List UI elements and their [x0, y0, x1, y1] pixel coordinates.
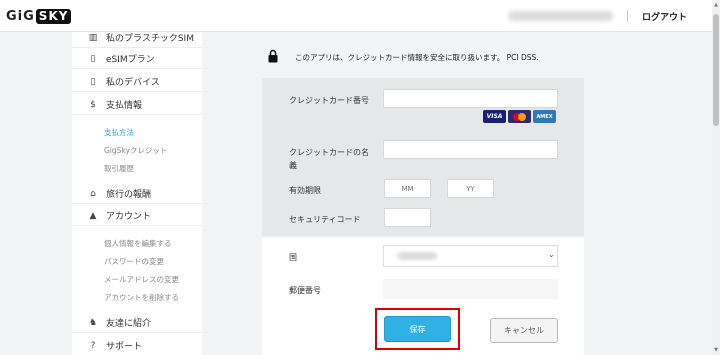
security-code-input[interactable]: [384, 208, 431, 227]
save-button[interactable]: 保存: [384, 316, 451, 342]
security-code-label: セキュリティコード: [289, 215, 361, 224]
sidebar-item-label: 私のデバイス: [106, 78, 160, 88]
card-name-label-cont: 義: [289, 161, 297, 170]
sidebar-sub-gigsky-credit[interactable]: GigSkyクレジット: [104, 145, 167, 156]
sidebar-item-label: アカウント: [106, 212, 152, 222]
sidebar-sub-change-email[interactable]: メールアドレスの変更: [104, 274, 179, 285]
scroll-up-arrow-icon[interactable]: ▲: [712, 2, 720, 8]
refer-friend-icon: ♞: [88, 317, 98, 328]
logo-text-right: SKY: [35, 8, 72, 24]
sim-card-icon: ▥: [88, 32, 98, 43]
sidebar-sub-payment-method[interactable]: 支払方法: [104, 127, 134, 138]
sidebar-sub-delete-account[interactable]: アカウントを削除する: [104, 292, 179, 303]
sidebar-item-refer-friend[interactable]: ♞ 友達に紹介: [72, 313, 202, 333]
page-scrollbar[interactable]: ▲ ▼: [712, 0, 720, 355]
country-label: 国: [289, 253, 297, 262]
sidebar-item-label: 支払情報: [106, 101, 143, 111]
sidebar-item-payment-info[interactable]: $ 支払情報: [72, 95, 202, 115]
dollar-icon: $: [90, 99, 96, 110]
chevron-down-icon: ⌄: [548, 250, 555, 259]
device-icon: ▯: [90, 76, 96, 87]
rewards-icon: ⌂: [90, 188, 96, 199]
card-name-label: クレジットカードの名: [289, 148, 369, 157]
scroll-down-arrow-icon[interactable]: ▼: [712, 347, 720, 353]
sidebar-item-account[interactable]: ▲ アカウント: [72, 206, 202, 226]
visa-logo-icon: VISA: [483, 110, 506, 123]
cancel-button[interactable]: キャンセル: [490, 318, 558, 343]
card-number-label: クレジットカード番号: [289, 96, 369, 105]
user-email-redacted: [508, 11, 613, 21]
sidebar-item-label: eSIMプラン: [106, 55, 155, 65]
help-icon: ?: [90, 340, 96, 351]
zip-label: 郵便番号: [289, 286, 321, 295]
gigsky-logo[interactable]: GiG SKY: [6, 8, 72, 24]
card-number-input[interactable]: [383, 89, 558, 108]
country-value-redacted: [397, 252, 437, 260]
expiry-year-input[interactable]: [447, 179, 494, 198]
sidebar-sub-transactions[interactable]: 取引履歴: [104, 163, 134, 174]
sidebar-item-support[interactable]: ? サポート: [72, 336, 202, 355]
sidebar-item-label: 旅行の報酬: [106, 190, 152, 200]
sidebar-sub-edit-profile[interactable]: 個人情報を編集する: [104, 238, 172, 249]
user-icon: ▲: [89, 210, 97, 221]
lock-icon: [268, 49, 278, 63]
mastercard-logo-icon: [508, 110, 531, 123]
card-name-input[interactable]: [383, 140, 558, 159]
expiry-label: 有効期限: [289, 186, 321, 195]
zip-input[interactable]: [383, 279, 558, 299]
secure-notice-text: このアプリは、クレジットカード情報を安全に取り扱います。 PCI DSS.: [295, 53, 539, 62]
sidebar-sub-change-password[interactable]: パスワードの変更: [104, 256, 164, 267]
header-divider: [627, 10, 628, 22]
logo-text-left: GiG: [6, 8, 35, 24]
sidebar-item-plastic-sim[interactable]: ▥ 私のプラスチックSIM: [72, 28, 202, 48]
phone-icon: ▯: [90, 53, 96, 64]
sidebar-item-esim-plan[interactable]: ▯ eSIMプラン: [72, 49, 202, 69]
sidebar-item-my-devices[interactable]: ▯ 私のデバイス: [72, 72, 202, 92]
scroll-thumb[interactable]: [713, 14, 719, 126]
accepted-cards: VISA AMEX: [483, 110, 556, 123]
logout-button[interactable]: ログアウト: [642, 10, 687, 23]
sidebar-item-label: 友達に紹介: [106, 319, 152, 329]
sidebar-item-label: 私のプラスチックSIM: [106, 34, 194, 44]
sidebar-item-label: サポート: [106, 342, 143, 352]
sidebar: ▥ 私のプラスチックSIM ▯ eSIMプラン ▯ 私のデバイス $ 支払情報 …: [72, 32, 202, 355]
amex-logo-icon: AMEX: [533, 110, 556, 123]
sidebar-item-travel-rewards[interactable]: ⌂ 旅行の報酬: [72, 184, 202, 204]
expiry-month-input[interactable]: [384, 179, 431, 198]
